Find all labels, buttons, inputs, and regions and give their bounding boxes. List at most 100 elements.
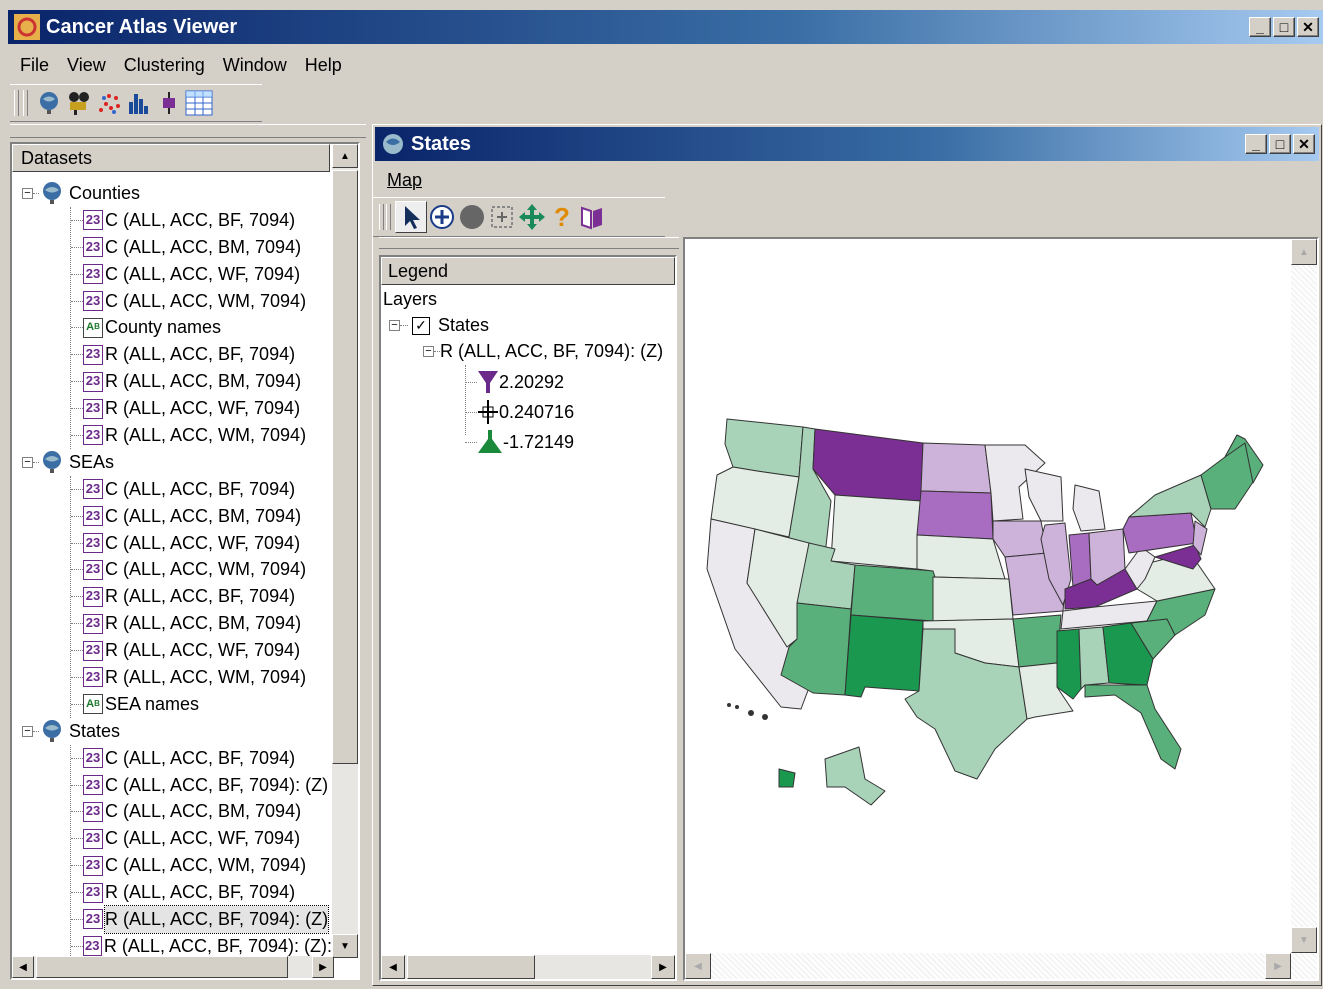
tree-item[interactable]: 23 C (ALL, ACC, BF, 7094) xyxy=(71,476,332,503)
tree-item[interactable]: 23 C (ALL, ACC, WM, 7094) xyxy=(71,556,332,583)
scatter-icon[interactable] xyxy=(94,88,124,118)
book-icon[interactable] xyxy=(577,202,607,232)
help-icon[interactable]: ? xyxy=(547,202,577,232)
map-vscrollbar[interactable]: ▲ ▼ xyxy=(1291,239,1317,979)
tree-item[interactable]: 23 C (ALL, ACC, BF, 7094) xyxy=(71,745,332,772)
tree-item[interactable]: 23 C (ALL, ACC, WF, 7094) xyxy=(71,530,332,557)
close-button[interactable]: ✕ xyxy=(1297,17,1319,37)
scroll-right-button[interactable]: ▶ xyxy=(1265,953,1291,979)
hscroll-thumb[interactable] xyxy=(407,955,535,979)
scroll-right-button[interactable]: ▶ xyxy=(651,955,675,979)
tree-item[interactable]: 23 R (ALL, ACC, WF, 7094) xyxy=(71,395,332,422)
histogram-icon[interactable] xyxy=(124,88,154,118)
globe-icon[interactable] xyxy=(34,88,64,118)
text-dataset-icon: AB xyxy=(83,694,103,715)
tree-item[interactable]: 23 R (ALL, ACC, WF, 7094) xyxy=(71,637,332,664)
menu-help[interactable]: Help xyxy=(305,55,342,76)
states-maximize-button[interactable]: □ xyxy=(1269,134,1291,154)
map-hscrollbar[interactable]: ◀ ▶ xyxy=(685,953,1291,979)
table-icon[interactable] xyxy=(184,88,214,118)
menu-view[interactable]: View xyxy=(67,55,106,76)
tree-item[interactable]: 23 R (ALL, ACC, BF, 7094) xyxy=(71,341,332,368)
tree-group-states[interactable]: − States xyxy=(16,718,332,745)
collapse-toggle[interactable]: − xyxy=(389,320,400,331)
tree-item[interactable]: 23 R (ALL, ACC, WM, 7094) xyxy=(71,664,332,691)
tree-group-label: States xyxy=(69,720,121,741)
app-titlebar: Cancer Atlas Viewer _ □ ✕ xyxy=(8,10,1323,44)
map-canvas[interactable]: ▲ ▼ ◀ ▶ xyxy=(683,237,1319,981)
tree-item-label: R (ALL, ACC, BM, 7094) xyxy=(105,371,302,392)
tree-item[interactable]: 23 R (ALL, ACC, BM, 7094) xyxy=(71,610,332,637)
tree-item[interactable]: A B County names xyxy=(71,314,332,341)
tree-item[interactable]: 23 R (ALL, ACC, BM, 7094) xyxy=(71,368,332,395)
state-montana xyxy=(812,428,924,502)
legend-variable-row: − R (ALL, ACC, BF, 7094): (Z) xyxy=(423,341,663,362)
zoom-in-icon[interactable] xyxy=(427,202,457,232)
menu-bar: File View Clustering Window Help xyxy=(20,52,360,78)
menu-window[interactable]: Window xyxy=(223,55,287,76)
tree-group-seas[interactable]: − SEAs xyxy=(16,449,332,476)
tree-item-label: R (ALL, ACC, WM, 7094) xyxy=(105,425,307,446)
tree-item[interactable]: 23 R (ALL, ACC, BF, 7094) xyxy=(71,583,332,610)
tree-item[interactable]: 23 C (ALL, ACC, BF, 7094): (Z) xyxy=(71,772,332,799)
boxplot-icon[interactable] xyxy=(154,88,184,118)
scroll-down-button[interactable]: ▼ xyxy=(332,934,358,958)
tree-item[interactable]: 23 C (ALL, ACC, WF, 7094) xyxy=(71,825,332,852)
camera-icon[interactable] xyxy=(64,88,94,118)
tree-item[interactable]: 23 C (ALL, ACC, BF, 7094) xyxy=(71,207,332,234)
tree-item[interactable]: 23 C (ALL, ACC, BM, 7094) xyxy=(71,234,332,261)
tree-item[interactable]: 23 C (ALL, ACC, WM, 7094) xyxy=(71,852,332,879)
collapse-toggle[interactable]: − xyxy=(22,187,33,199)
datasets-tree: − Counties 23 C (ALL, ACC, BF, 7094) 23 C (AL… xyxy=(16,180,332,962)
tree-item[interactable]: 23 R (ALL, ACC, BF, 7094): (Z) xyxy=(71,905,332,934)
tree-item[interactable]: 23 C (ALL, ACC, BM, 7094) xyxy=(71,503,332,530)
state-hawaii xyxy=(778,768,796,788)
tree-item[interactable]: 23 C (ALL, ACC, WM, 7094) xyxy=(71,288,332,315)
pan-icon[interactable] xyxy=(517,202,547,232)
state-pennsylvania xyxy=(1122,512,1198,554)
scroll-right-button[interactable]: ▶ xyxy=(312,956,334,978)
scroll-left-button[interactable]: ◀ xyxy=(381,955,405,979)
zoom-extent-icon[interactable] xyxy=(487,202,517,232)
tree-item-label: R (ALL, ACC, BF, 7094) xyxy=(105,586,296,607)
scroll-down-button[interactable]: ▼ xyxy=(1291,927,1317,953)
scroll-left-button[interactable]: ◀ xyxy=(12,956,34,978)
scroll-up-button[interactable]: ▲ xyxy=(1291,239,1317,265)
us-choropleth-map[interactable] xyxy=(685,239,1317,979)
scroll-left-button[interactable]: ◀ xyxy=(685,953,711,979)
states-minimize-button[interactable]: _ xyxy=(1245,134,1267,154)
layer-checkbox[interactable]: ✓ xyxy=(412,316,430,335)
datasets-vscrollbar[interactable]: ▲ ▼ xyxy=(332,144,358,958)
menu-file[interactable]: File xyxy=(20,55,49,76)
collapse-toggle[interactable]: − xyxy=(22,725,33,737)
states-titlebar: States _ □ ✕ xyxy=(375,127,1319,161)
legend-hscrollbar[interactable]: ◀ ▶ xyxy=(381,955,675,979)
tree-item[interactable]: A B SEA names xyxy=(71,691,332,718)
collapse-toggle[interactable]: − xyxy=(22,456,33,468)
minimize-button[interactable]: _ xyxy=(1249,17,1271,37)
tree-item[interactable]: 23 R (ALL, ACC, WM, 7094) xyxy=(71,422,332,449)
hscroll-thumb[interactable] xyxy=(36,956,288,978)
numeric-dataset-icon: 23 xyxy=(83,801,103,822)
scroll-thumb[interactable] xyxy=(332,170,358,764)
maximize-button[interactable]: □ xyxy=(1273,17,1295,37)
menu-clustering[interactable]: Clustering xyxy=(124,55,205,76)
tree-item[interactable]: 23 C (ALL, ACC, WF, 7094) xyxy=(71,261,332,288)
tree-item[interactable]: 23 C (ALL, ACC, BM, 7094) xyxy=(71,798,332,825)
collapse-toggle[interactable]: − xyxy=(423,346,434,357)
legend-layers-label: Layers xyxy=(383,289,438,309)
tree-item[interactable]: 23 R (ALL, ACC, BF, 7094) xyxy=(71,879,332,906)
datasets-hscrollbar[interactable]: ◀ ▶ xyxy=(12,956,334,978)
state-south-dakota xyxy=(916,490,994,540)
menu-map[interactable]: Map xyxy=(387,170,422,191)
scroll-up-button[interactable]: ▲ xyxy=(332,144,358,168)
numeric-dataset-icon: 23 xyxy=(83,882,103,903)
tree-group-counties[interactable]: − Counties xyxy=(16,180,332,207)
circle-icon[interactable] xyxy=(457,202,487,232)
state-mississippi xyxy=(1056,628,1082,700)
numeric-dataset-icon: 23 xyxy=(83,506,103,527)
states-close-button[interactable]: ✕ xyxy=(1293,134,1315,154)
cross-icon xyxy=(478,400,498,424)
tree-item-label: County names xyxy=(105,317,222,338)
pointer-icon[interactable] xyxy=(395,201,427,233)
